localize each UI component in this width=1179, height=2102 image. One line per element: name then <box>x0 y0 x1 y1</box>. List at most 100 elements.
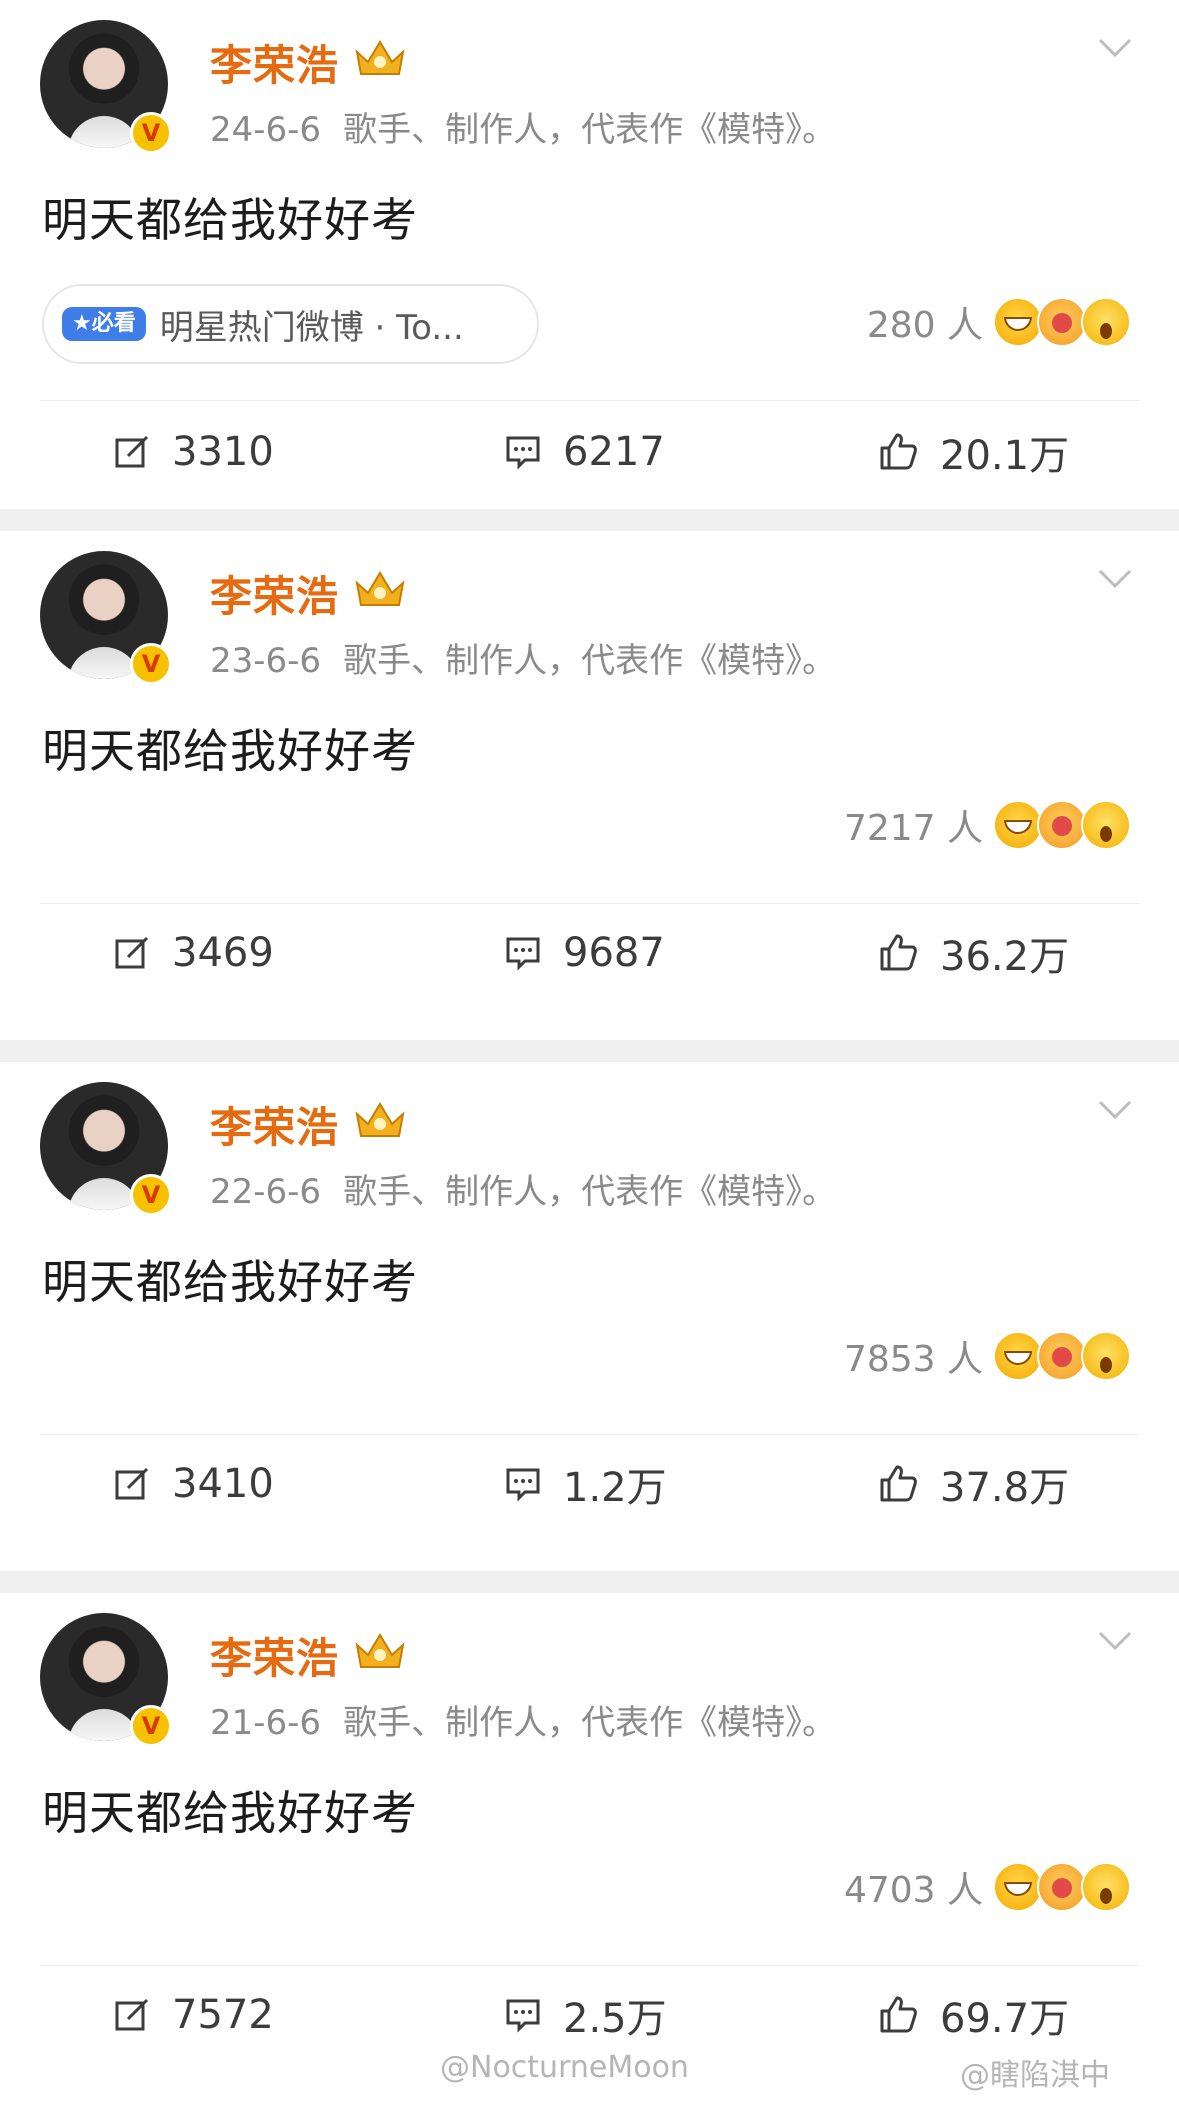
post-content: 明天都给我好好考 <box>42 193 418 247</box>
crown-icon <box>355 571 405 606</box>
comment-button[interactable]: 6217 <box>505 420 665 484</box>
repost-icon <box>115 1467 149 1500</box>
like-button[interactable]: 69.7万 <box>878 1983 1069 2047</box>
weibo-post: V 李荣浩 23-6-6 歌手、制作人，代表作《模特》。 明天都给我好好考 721… <box>0 531 1179 1040</box>
repost-button[interactable]: 3410 <box>114 1452 274 1516</box>
repost-button[interactable]: 3469 <box>114 921 274 985</box>
weibo-post: V 李荣浩 22-6-6 歌手、制作人，代表作《模特》。 明天都给我好好考 785… <box>0 1062 1179 1571</box>
like-button[interactable]: 37.8万 <box>878 1452 1069 1516</box>
repost-count: 3469 <box>172 930 274 976</box>
reaction-summary[interactable]: 7853 人 <box>844 1324 1131 1388</box>
like-count: 37.8万 <box>940 1465 1070 1511</box>
reaction-count: 4703 人 <box>843 1870 983 1911</box>
author-bio: 歌手、制作人，代表作《模特》。 <box>343 641 837 681</box>
like-count: 36.2万 <box>940 934 1070 980</box>
laugh-emoji-icon <box>993 1862 1043 1912</box>
crown-icon <box>355 1102 405 1137</box>
action-bar: 3410 1.2万 37.8万 <box>0 1452 1179 1516</box>
post-date: 21-6-6 <box>210 1703 322 1743</box>
laugh-emoji-icon <box>993 800 1043 850</box>
kiss-emoji-icon <box>1037 297 1087 347</box>
repost-icon <box>115 435 149 468</box>
crown-icon <box>355 40 405 75</box>
thumbs-up-icon <box>880 1996 917 2033</box>
post-separator <box>0 1040 1179 1062</box>
author-bio: 歌手、制作人，代表作《模特》。 <box>343 1172 837 1212</box>
like-button[interactable]: 20.1万 <box>878 420 1069 484</box>
post-content: 明天都给我好好考 <box>42 1255 418 1309</box>
chevron-down-icon[interactable] <box>1098 569 1132 589</box>
comment-count: 6217 <box>563 429 665 475</box>
divider <box>40 903 1139 904</box>
comment-button[interactable]: 1.2万 <box>505 1452 667 1516</box>
repost-count: 3410 <box>172 1461 274 1507</box>
post-content: 明天都给我好好考 <box>42 1786 418 1840</box>
crown-icon <box>355 1633 405 1668</box>
shocked-emoji-icon <box>1081 800 1131 850</box>
watermark: @瞎陷淇中 <box>960 2058 1110 2093</box>
shocked-emoji-icon <box>1081 1331 1131 1381</box>
chevron-down-icon[interactable] <box>1098 38 1132 58</box>
verified-badge-icon: V <box>130 643 172 685</box>
verified-badge-icon: V <box>130 112 172 154</box>
repost-icon <box>115 1998 149 2031</box>
comment-icon <box>506 1999 540 2033</box>
comment-button[interactable]: 9687 <box>505 921 665 985</box>
laugh-emoji-icon <box>993 297 1043 347</box>
repost-count: 3310 <box>172 429 274 475</box>
post-meta: 23-6-6 歌手、制作人，代表作《模特》。 <box>210 633 836 682</box>
reaction-summary[interactable]: 280 人 <box>867 290 1131 354</box>
reaction-count: 7853 人 <box>843 1339 983 1380</box>
comment-count: 2.5万 <box>563 1996 667 2042</box>
post-meta: 24-6-6 歌手、制作人，代表作《模特》。 <box>210 102 836 151</box>
post-meta: 21-6-6 歌手、制作人，代表作《模特》。 <box>210 1695 836 1744</box>
must-see-badge: ★必看 <box>62 307 146 341</box>
reaction-summary[interactable]: 4703 人 <box>844 1855 1131 1919</box>
comment-icon <box>506 436 540 470</box>
chevron-down-icon[interactable] <box>1098 1631 1132 1651</box>
like-count: 69.7万 <box>940 1996 1070 2042</box>
reaction-summary[interactable]: 7217 人 <box>844 793 1131 857</box>
comment-button[interactable]: 2.5万 <box>505 1983 667 2047</box>
shocked-emoji-icon <box>1081 297 1131 347</box>
thumbs-up-icon <box>880 433 917 470</box>
repost-count: 7572 <box>172 1992 274 2038</box>
post-date: 23-6-6 <box>210 641 322 681</box>
action-bar: 7572 2.5万 69.7万 <box>0 1983 1179 2047</box>
kiss-emoji-icon <box>1037 1331 1087 1381</box>
thumbs-up-icon <box>880 1465 917 1502</box>
like-button[interactable]: 36.2万 <box>878 921 1069 985</box>
verified-badge-icon: V <box>130 1705 172 1747</box>
author-name[interactable]: 李荣浩 <box>210 32 339 93</box>
shocked-emoji-icon <box>1081 1862 1131 1912</box>
divider <box>40 1965 1139 1966</box>
like-count: 20.1万 <box>940 433 1070 479</box>
comment-count: 9687 <box>563 930 665 976</box>
repost-button[interactable]: 3310 <box>114 420 274 484</box>
weibo-post: V 李荣浩 21-6-6 歌手、制作人，代表作《模特》。 明天都给我好好考 470… <box>0 1593 1179 2102</box>
watermark: @NocturneMoon <box>440 2050 689 2085</box>
action-bar: 3469 9687 36.2万 <box>0 921 1179 985</box>
kiss-emoji-icon <box>1037 800 1087 850</box>
post-meta: 22-6-6 歌手、制作人，代表作《模特》。 <box>210 1164 836 1213</box>
hot-topic-label: 明星热门微博 · To... <box>159 307 464 348</box>
author-name[interactable]: 李荣浩 <box>210 563 339 624</box>
post-content: 明天都给我好好考 <box>42 724 418 778</box>
post-separator <box>0 1571 1179 1593</box>
post-separator <box>0 509 1179 531</box>
divider <box>40 400 1139 401</box>
repost-button[interactable]: 7572 <box>114 1983 274 2047</box>
author-name[interactable]: 李荣浩 <box>210 1094 339 1155</box>
verified-badge-icon: V <box>130 1174 172 1216</box>
post-date: 22-6-6 <box>210 1172 322 1212</box>
weibo-post: V 李荣浩 24-6-6 歌手、制作人，代表作《模特》。 明天都给我好好考 ★必看… <box>0 0 1179 509</box>
author-name[interactable]: 李荣浩 <box>210 1625 339 1686</box>
chevron-down-icon[interactable] <box>1098 1100 1132 1120</box>
comment-icon <box>506 937 540 971</box>
hot-topic-tag[interactable]: ★必看 明星热门微博 · To... <box>42 284 539 364</box>
repost-icon <box>115 936 149 969</box>
reaction-count: 7217 人 <box>843 808 983 849</box>
action-bar: 3310 6217 20.1万 <box>0 420 1179 484</box>
post-date: 24-6-6 <box>210 110 322 150</box>
author-bio: 歌手、制作人，代表作《模特》。 <box>343 1703 837 1743</box>
